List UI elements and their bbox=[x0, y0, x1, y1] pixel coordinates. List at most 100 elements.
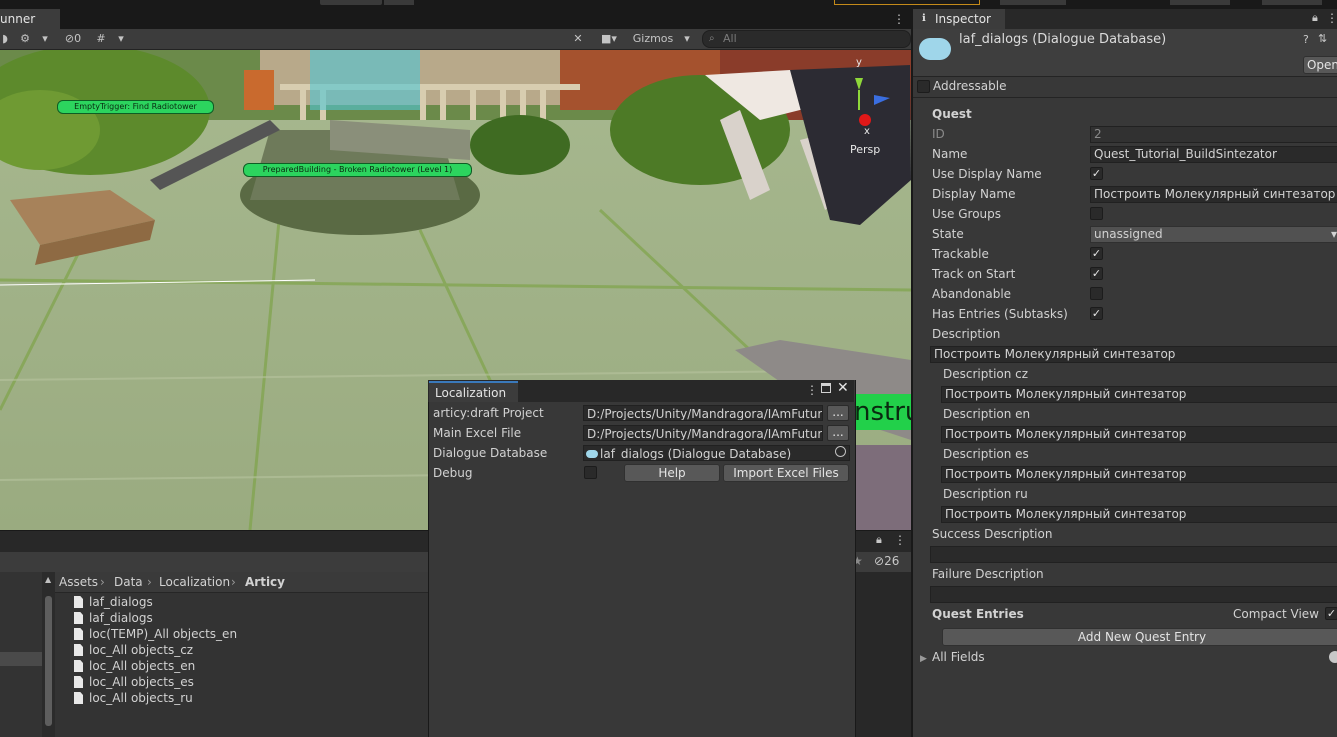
help-icon[interactable]: ? bbox=[1303, 33, 1309, 46]
trackable-checkbox[interactable]: ✓ bbox=[1090, 247, 1103, 260]
menu-icon[interactable]: ⋮ bbox=[894, 533, 906, 547]
folder-tree-scrollbar[interactable]: ▲ bbox=[42, 572, 55, 737]
state-dropdown[interactable]: unassigned ▾ bbox=[1090, 226, 1337, 243]
file-name: loc(TEMP)_All objects_en bbox=[89, 627, 238, 641]
articy-project-label: articy:draft Project bbox=[433, 406, 544, 420]
hidden-objects-toggle[interactable]: ⊘0 bbox=[58, 31, 88, 47]
hidden-packages-toggle[interactable]: ⊘26 bbox=[874, 554, 899, 568]
open-button[interactable]: Open bbox=[1303, 56, 1337, 74]
layout-dropdown[interactable] bbox=[1262, 0, 1322, 5]
list-item[interactable]: laf_dialogs bbox=[74, 594, 153, 610]
layers-dropdown[interactable] bbox=[1170, 0, 1230, 5]
failure-description-field[interactable] bbox=[930, 586, 1337, 603]
compact-view-checkbox[interactable]: ✓ bbox=[1325, 607, 1337, 620]
description-en-field[interactable]: Построить Молекулярный синтезатор bbox=[941, 426, 1337, 443]
tab-inspector[interactable]: ℹ Inspector bbox=[913, 9, 1005, 29]
selected-folder[interactable] bbox=[0, 652, 42, 666]
list-item[interactable]: loc_All objects_en bbox=[74, 658, 195, 674]
grid-icon[interactable]: # bbox=[92, 31, 110, 47]
description-ru-field[interactable]: Построить Молекулярный синтезатор bbox=[941, 506, 1337, 523]
display-name-field[interactable]: Построить Молекулярный синтезатор bbox=[1090, 186, 1337, 203]
name-field[interactable]: Quest_Tutorial_BuildSintezator bbox=[1090, 146, 1337, 163]
list-item[interactable]: loc(TEMP)_All objects_en bbox=[74, 626, 237, 642]
tab-title: Inspector bbox=[935, 12, 991, 26]
menu-icon[interactable]: ⋮ bbox=[1326, 11, 1337, 25]
chevron-down-icon[interactable]: ▾ bbox=[114, 31, 128, 47]
chevron-down-icon[interactable]: ▾ bbox=[680, 31, 694, 47]
abandonable-checkbox[interactable] bbox=[1090, 287, 1103, 300]
tools-icon[interactable]: ✕ bbox=[568, 31, 588, 47]
debug-checkbox[interactable] bbox=[584, 466, 597, 479]
effects-icon[interactable]: ⚙ bbox=[14, 31, 36, 47]
building-label[interactable]: PreparedBuilding - Broken Radiotower (Le… bbox=[243, 163, 472, 177]
persp-label[interactable]: Persp bbox=[850, 143, 880, 156]
eye-slash-icon: ⊘ bbox=[64, 32, 75, 45]
list-item[interactable]: loc_All objects_es bbox=[74, 674, 194, 690]
hidden-count: 0 bbox=[74, 32, 82, 45]
lock-icon[interactable]: 🔒︎ bbox=[876, 533, 882, 547]
file-name: loc_All objects_cz bbox=[89, 643, 194, 657]
abandonable-label: Abandonable bbox=[932, 287, 1012, 301]
settings-icon[interactable]: ⇅ bbox=[1318, 32, 1327, 45]
chevron-right-icon: › bbox=[100, 575, 105, 589]
track-on-start-checkbox[interactable]: ✓ bbox=[1090, 267, 1103, 280]
add-quest-entry-button[interactable]: Add New Quest Entry bbox=[942, 628, 1337, 646]
list-item[interactable]: loc_All objects_cz bbox=[74, 642, 193, 658]
all-fields-foldout[interactable]: All Fields bbox=[932, 648, 985, 666]
gizmo-axis-y[interactable]: y bbox=[856, 57, 862, 68]
menu-icon[interactable]: ⋮ bbox=[806, 383, 818, 397]
audio-icon[interactable]: ◗ bbox=[0, 31, 10, 47]
import-excel-button[interactable]: Import Excel Files bbox=[723, 464, 849, 482]
list-item[interactable]: loc_All objects_ru bbox=[74, 690, 193, 706]
main-excel-field[interactable]: D:/Projects/Unity/Mandragora/IAmFuture/ bbox=[583, 425, 823, 441]
use-display-name-checkbox[interactable]: ✓ bbox=[1090, 167, 1103, 180]
lock-icon[interactable]: 🔒︎ bbox=[1312, 11, 1318, 25]
scrollbar-thumb[interactable] bbox=[45, 596, 52, 726]
description-cz-field[interactable]: Построить Молекулярный синтезатор bbox=[941, 386, 1337, 403]
failure-description-label: Failure Description bbox=[932, 567, 1044, 581]
addressable-checkbox[interactable] bbox=[917, 80, 930, 93]
description-ru-label: Description ru bbox=[943, 487, 1028, 501]
has-entries-checkbox[interactable]: ✓ bbox=[1090, 307, 1103, 320]
cloud-button[interactable] bbox=[1000, 0, 1066, 5]
tab-title: Localization bbox=[435, 386, 507, 400]
list-item[interactable]: laf_dialogs bbox=[74, 610, 153, 626]
tab-localization[interactable]: Localization bbox=[429, 381, 518, 402]
add-field-icon[interactable] bbox=[1329, 651, 1337, 663]
browse-articy-button[interactable]: ... bbox=[827, 405, 849, 421]
gizmos-button[interactable]: Gizmos bbox=[628, 31, 678, 47]
success-description-field[interactable] bbox=[930, 546, 1337, 563]
project-folder-tree[interactable] bbox=[0, 572, 42, 737]
dialogue-database-field[interactable]: laf_dialogs (Dialogue Database) bbox=[583, 445, 850, 461]
step-button[interactable] bbox=[384, 0, 414, 5]
scroll-up-icon[interactable]: ▲ bbox=[45, 575, 51, 584]
file-name: laf_dialogs bbox=[89, 611, 153, 625]
text-file-icon bbox=[74, 612, 83, 624]
tab-scene[interactable]: unner bbox=[0, 9, 60, 29]
breadcrumb-localization[interactable]: Localization bbox=[159, 572, 230, 592]
gizmo-axis-x[interactable]: x bbox=[864, 126, 870, 137]
account-button[interactable] bbox=[834, 0, 980, 5]
browse-excel-button[interactable]: ... bbox=[827, 425, 849, 441]
description-field[interactable]: Построить Молекулярный синтезатор bbox=[930, 346, 1337, 363]
object-picker-icon[interactable] bbox=[835, 446, 846, 457]
breadcrumb-assets[interactable]: Assets bbox=[59, 572, 98, 592]
maximize-icon[interactable] bbox=[821, 383, 831, 393]
help-button[interactable]: Help bbox=[624, 464, 720, 482]
chevron-right-icon[interactable]: ▶ bbox=[920, 650, 927, 668]
chevron-down-icon[interactable]: ▾ bbox=[38, 31, 52, 47]
breadcrumb-data[interactable]: Data bbox=[114, 572, 143, 592]
scene-menu-icon[interactable]: ⋮ bbox=[893, 11, 905, 27]
camera-icon[interactable]: ■▾ bbox=[594, 31, 624, 47]
use-groups-checkbox[interactable] bbox=[1090, 207, 1103, 220]
file-icon bbox=[74, 692, 83, 704]
scene-search-input[interactable]: ⌕ All bbox=[702, 30, 911, 48]
articy-project-field[interactable]: D:/Projects/Unity/Mandragora/IAmFuture/ bbox=[583, 405, 823, 421]
trigger-label[interactable]: EmptyTrigger: Find Radiotower bbox=[57, 100, 214, 114]
description-es-field[interactable]: Построить Молекулярный синтезатор bbox=[941, 466, 1337, 483]
state-label: State bbox=[932, 227, 964, 241]
play-button[interactable] bbox=[320, 0, 382, 5]
breadcrumb-articy[interactable]: Articy bbox=[245, 572, 285, 592]
breadcrumb: Assets › Data › Localization › Articy bbox=[55, 572, 429, 593]
close-icon[interactable]: ✕ bbox=[837, 380, 849, 396]
